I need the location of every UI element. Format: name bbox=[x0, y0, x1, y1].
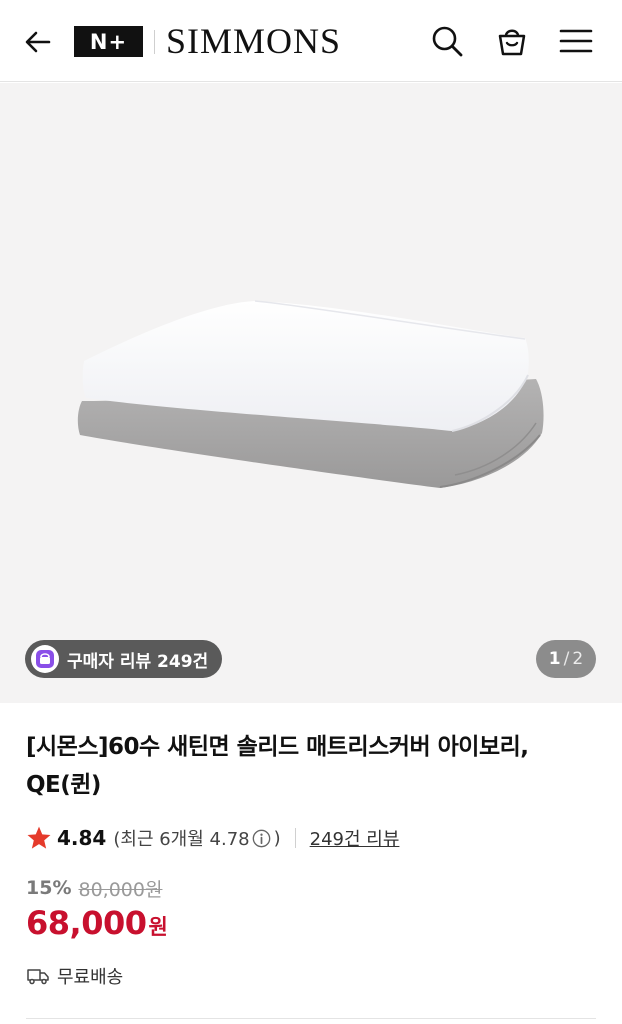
product-title: [시몬스]60수 새틴면 솔리드 매트리스커버 아이보리, QE(퀸) bbox=[26, 734, 529, 798]
product-image bbox=[77, 300, 544, 488]
back-arrow-icon bbox=[25, 31, 51, 53]
shipping-row: 무료배송 bbox=[26, 962, 123, 990]
delivery-truck-icon bbox=[26, 966, 50, 986]
recent-rating: (최근 6개월 4.78 ) bbox=[113, 825, 280, 851]
total-pages: 2 bbox=[572, 649, 584, 669]
buyer-review-badge[interactable]: 구매자 리뷰 249건 bbox=[25, 640, 223, 678]
naver-plus-logo[interactable]: N+ bbox=[74, 26, 143, 57]
search-button[interactable] bbox=[428, 22, 466, 60]
rating-value: 4.84 bbox=[57, 826, 107, 850]
top-header: N+ SIMMONS bbox=[0, 0, 622, 82]
recent-rating-text: (최근 6개월 4.78 bbox=[113, 829, 250, 850]
shopping-bag-button[interactable] bbox=[493, 22, 531, 60]
image-page-counter: 1 / 2 bbox=[536, 640, 596, 678]
review-badge-label: 구매자 리뷰 249건 bbox=[67, 651, 209, 672]
shopping-bag-badge-icon bbox=[31, 645, 59, 673]
original-price: 80,000원 bbox=[78, 878, 163, 901]
sale-price: 68,000 bbox=[26, 904, 147, 942]
star-icon bbox=[26, 825, 52, 851]
menu-button[interactable] bbox=[557, 22, 595, 60]
page-separator: / bbox=[563, 649, 570, 669]
original-price-row: 15% 80,000원 bbox=[26, 873, 162, 903]
product-image-gallery[interactable]: 구매자 리뷰 249건 1 / 2 bbox=[0, 83, 622, 703]
info-icon[interactable] bbox=[252, 828, 272, 848]
logo-divider bbox=[154, 30, 155, 54]
search-icon bbox=[432, 26, 463, 57]
rating-divider bbox=[294, 828, 296, 848]
hamburger-menu-icon bbox=[559, 29, 593, 53]
recent-rating-close: ) bbox=[273, 827, 281, 849]
sale-price-row: 68,000 원 bbox=[26, 904, 168, 948]
shipping-label: 무료배송 bbox=[57, 967, 124, 988]
section-divider bbox=[26, 1018, 596, 1019]
back-button[interactable] bbox=[20, 24, 56, 60]
shopping-bag-icon bbox=[498, 29, 526, 56]
rating-row: 4.84 (최근 6개월 4.78 ) 249건 리뷰 bbox=[26, 822, 399, 854]
currency-unit: 원 bbox=[148, 915, 168, 939]
current-page: 1 bbox=[548, 649, 561, 669]
review-count-link[interactable]: 249건 리뷰 bbox=[310, 825, 400, 851]
discount-rate: 15% bbox=[26, 877, 72, 899]
brand-logo[interactable]: SIMMONS bbox=[166, 20, 341, 62]
